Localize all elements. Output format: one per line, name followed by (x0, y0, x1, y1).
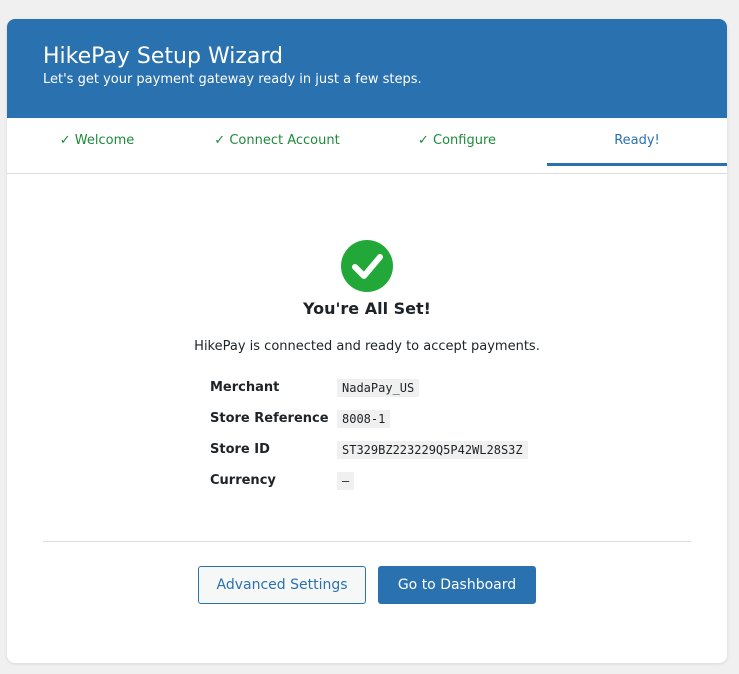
detail-row-merchant: Merchant NadaPay_US (210, 372, 528, 403)
step-configure[interactable]: ✓ Configure (367, 118, 547, 173)
detail-row-store-id: Store ID ST329BZ223229Q5P42WL28S3Z (210, 434, 528, 465)
step-connect-account[interactable]: ✓ Connect Account (187, 118, 367, 173)
wizard-actions: Advanced Settings Go to Dashboard (7, 566, 727, 604)
wizard-title: HikePay Setup Wizard (43, 44, 283, 69)
go-to-dashboard-button[interactable]: Go to Dashboard (378, 566, 536, 604)
success-message: HikePay is connected and ready to accept… (194, 339, 540, 354)
detail-value: 8008-1 (337, 409, 391, 428)
wizard-header: HikePay Setup Wizard Let's get your paym… (7, 19, 727, 118)
detail-row-currency: Currency – (210, 465, 528, 496)
detail-value: NadaPay_US (337, 378, 420, 397)
advanced-settings-button[interactable]: Advanced Settings (198, 566, 366, 604)
detail-value: ST329BZ223229Q5P42WL28S3Z (337, 440, 528, 459)
wizard-subtitle: Let's get your payment gateway ready in … (43, 72, 422, 87)
check-circle-icon (341, 240, 393, 292)
wizard-content: You're All Set! HikePay is connected and… (7, 240, 727, 356)
success-title: You're All Set! (303, 299, 431, 318)
wizard-steps: ✓ Welcome ✓ Connect Account ✓ Configure … (7, 118, 727, 174)
detail-label: Store ID (210, 442, 270, 457)
detail-value: – (337, 471, 355, 490)
setup-wizard-card: HikePay Setup Wizard Let's get your paym… (7, 19, 727, 663)
detail-label: Store Reference (210, 411, 329, 426)
detail-row-store-reference: Store Reference 8008-1 (210, 403, 528, 434)
step-welcome[interactable]: ✓ Welcome (7, 118, 187, 173)
connection-details: Merchant NadaPay_US Store Reference 8008… (210, 372, 528, 496)
detail-label: Currency (210, 473, 276, 488)
divider (43, 541, 691, 542)
step-ready[interactable]: Ready! (547, 118, 727, 166)
detail-label: Merchant (210, 380, 280, 395)
